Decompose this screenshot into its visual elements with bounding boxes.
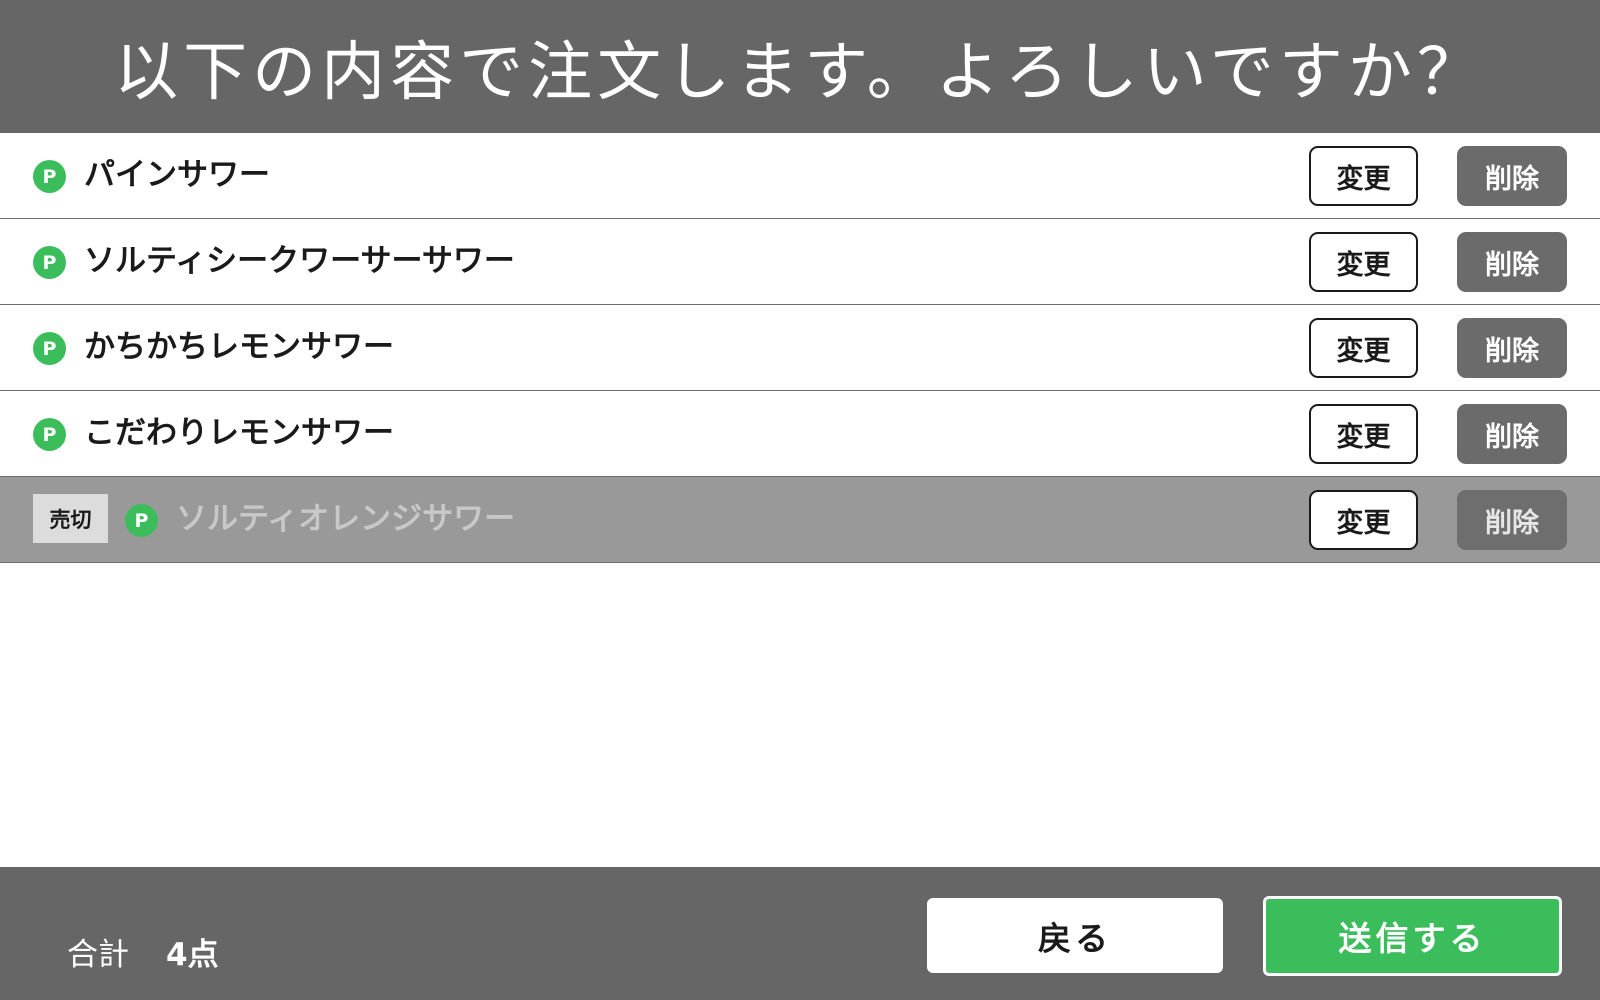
total-label: 合計	[67, 937, 129, 973]
item-name: パインサワー	[84, 157, 270, 193]
item-name: ソルティオレンジサワー	[176, 501, 516, 537]
point-p-icon: P	[33, 332, 66, 365]
change-button[interactable]: 変更	[1309, 318, 1418, 378]
change-button[interactable]: 変更	[1309, 146, 1418, 206]
order-item-list: P パインサワー 変更 削除 P ソルティシークワーサーサワー 変更 削除 P …	[0, 133, 1600, 563]
send-button[interactable]: 送信する	[1263, 896, 1562, 976]
order-item-row: P パインサワー 変更 削除	[0, 133, 1600, 219]
point-p-icon: P	[125, 504, 158, 537]
item-name: こだわりレモンサワー	[84, 415, 394, 451]
point-p-icon: P	[33, 418, 66, 451]
header-bar: 以下の内容で注文します。よろしいですか？	[0, 0, 1600, 133]
order-item-row: P かちかちレモンサワー 変更 削除	[0, 305, 1600, 391]
order-item-row: P ソルティシークワーサーサワー 変更 削除	[0, 219, 1600, 305]
order-item-row-soldout: 売切 P ソルティオレンジサワー 変更 削除	[0, 477, 1600, 563]
change-button[interactable]: 変更	[1309, 490, 1418, 550]
delete-button[interactable]: 削除	[1457, 318, 1567, 378]
change-button[interactable]: 変更	[1309, 232, 1418, 292]
order-item-row: P こだわりレモンサワー 変更 削除	[0, 391, 1600, 477]
soldout-badge: 売切	[33, 494, 108, 543]
point-p-icon: P	[33, 160, 66, 193]
order-confirm-screen: 以下の内容で注文します。よろしいですか？ P パインサワー 変更 削除 P ソル…	[0, 0, 1600, 1000]
delete-button[interactable]: 削除	[1457, 232, 1567, 292]
total-count: 4点	[166, 937, 219, 973]
back-button[interactable]: 戻る	[927, 898, 1223, 973]
delete-button[interactable]: 削除	[1457, 404, 1567, 464]
page-title: 以下の内容で注文します。よろしいですか？	[114, 35, 1486, 110]
footer-bar: 合計 4点 戻る 送信する	[0, 867, 1600, 1000]
delete-button[interactable]: 削除	[1457, 490, 1567, 550]
delete-button[interactable]: 削除	[1457, 146, 1567, 206]
item-name: かちかちレモンサワー	[84, 329, 394, 365]
point-p-icon: P	[33, 246, 66, 279]
item-name: ソルティシークワーサーサワー	[84, 243, 515, 279]
change-button[interactable]: 変更	[1309, 404, 1418, 464]
